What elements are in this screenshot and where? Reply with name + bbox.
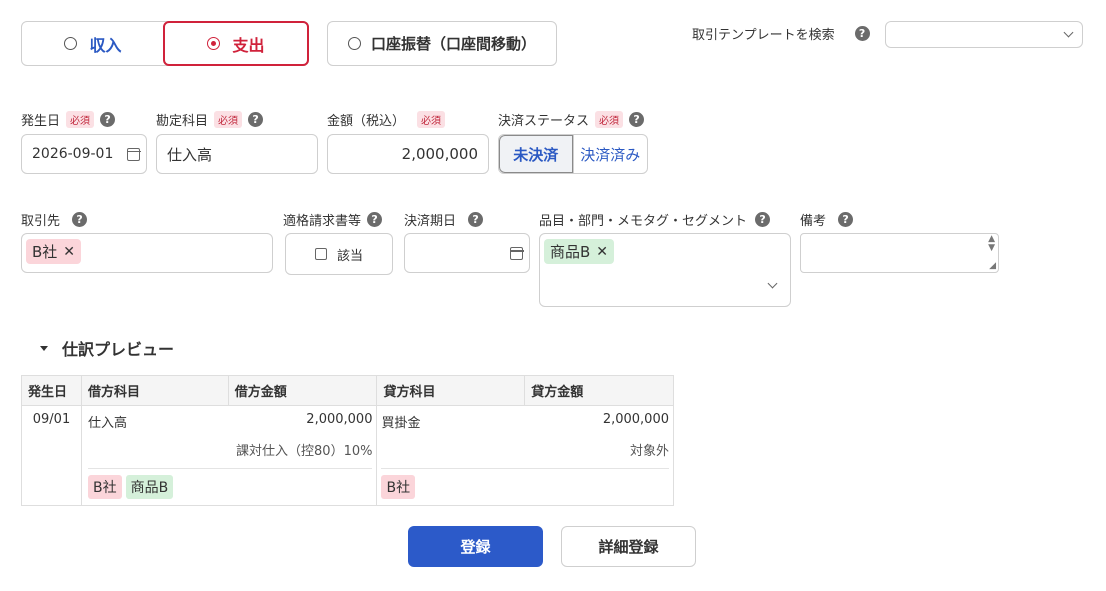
account-label: 勘定科目 必須 ? <box>156 110 264 129</box>
status-unpaid-button[interactable]: 未決済 <box>499 135 574 173</box>
remove-icon[interactable]: ✕ <box>63 244 75 260</box>
credit-account: 買掛金 <box>381 416 421 431</box>
help-icon[interactable]: ? <box>755 212 771 227</box>
income-label: 収入 <box>89 35 122 55</box>
partner-input[interactable]: B社 ✕ <box>21 233 273 273</box>
required-badge: 必須 <box>214 111 243 128</box>
required-badge: 必須 <box>417 111 446 128</box>
amount-input[interactable]: 2,000,000 <box>327 134 489 174</box>
transfer-radio[interactable]: 口座振替（口座間移動） <box>327 21 557 66</box>
caret-down-icon <box>40 345 48 351</box>
required-badge: 必須 <box>595 111 624 128</box>
remove-icon[interactable]: ✕ <box>596 244 608 260</box>
due-date-input[interactable] <box>404 233 530 273</box>
chevron-down-icon[interactable] <box>767 278 778 289</box>
radio-icon <box>347 37 361 50</box>
register-button[interactable]: 登録 <box>408 526 543 567</box>
help-icon[interactable]: ? <box>854 26 870 41</box>
header-credit-account: 貸方科目 <box>376 375 526 406</box>
debit-tags: B社 商品B <box>87 468 373 499</box>
chevron-down-icon <box>1063 27 1074 38</box>
radio-icon <box>64 37 78 50</box>
table-header-row: 発生日 借方科目 借方金額 貸方科目 貸方金額 <box>21 375 674 406</box>
template-search-select[interactable] <box>885 21 1083 48</box>
header-debit-account: 借方科目 <box>80 375 229 406</box>
detail-register-button[interactable]: 詳細登録 <box>561 526 696 567</box>
item-tag: 商品B <box>125 475 174 499</box>
spinner-arrows-icon[interactable]: ▲ ▼ <box>988 235 995 253</box>
journal-preview-toggle[interactable]: 仕訳プレビュー <box>40 336 174 360</box>
header-debit-amount: 借方金額 <box>227 375 378 406</box>
required-badge: 必須 <box>66 111 95 128</box>
amount-label: 金額（税込） 必須 <box>327 110 446 129</box>
debit-account: 仕入高 <box>87 416 127 431</box>
credit-amount: 2,000,000 <box>602 412 669 427</box>
transaction-type-toggle: 収入 支出 <box>21 21 309 66</box>
help-icon[interactable]: ? <box>248 112 264 127</box>
status-toggle: 未決済 決済済み <box>498 134 648 174</box>
status-paid-button[interactable]: 決済済み <box>574 135 648 173</box>
debit-tax: 課対仕入（控80）10% <box>236 444 373 459</box>
account-input[interactable]: 仕入高 <box>156 134 318 174</box>
income-radio[interactable]: 収入 <box>22 22 164 65</box>
partner-tag: B社 <box>87 475 122 499</box>
calendar-icon[interactable] <box>126 147 141 161</box>
invoice-checkbox-box[interactable]: 該当 <box>285 233 393 275</box>
table-row: 09/01 仕入高 2,000,000 課対仕入（控80）10% B社 商品B … <box>21 405 674 506</box>
due-date-label: 決済期日 ? <box>404 210 484 229</box>
partner-label: 取引先 ? <box>21 210 88 229</box>
help-icon[interactable]: ? <box>838 212 854 227</box>
invoice-checkbox[interactable] <box>314 248 327 260</box>
help-icon[interactable]: ? <box>468 212 484 227</box>
transfer-label: 口座振替（口座間移動） <box>370 35 536 53</box>
debit-cell: 仕入高 2,000,000 課対仕入（控80）10% B社 商品B <box>80 405 378 506</box>
help-icon[interactable]: ? <box>367 212 383 227</box>
journal-preview-table: 発生日 借方科目 借方金額 貸方科目 貸方金額 09/01 仕入高 2,000,… <box>21 375 674 506</box>
calendar-icon[interactable] <box>509 247 524 260</box>
debit-amount: 2,000,000 <box>306 412 373 427</box>
row-date: 09/01 <box>21 405 82 506</box>
help-icon[interactable]: ? <box>72 212 88 227</box>
date-label: 発生日 必須 ? <box>21 110 116 129</box>
radio-selected-icon <box>207 37 221 50</box>
header-date: 発生日 <box>21 375 82 406</box>
help-icon[interactable]: ? <box>100 112 116 127</box>
expense-radio[interactable]: 支出 <box>163 21 309 66</box>
header-credit-amount: 貸方金額 <box>524 375 674 406</box>
item-label: 品目・部門・メモタグ・セグメント ? <box>539 210 771 229</box>
partner-chip: B社 ✕ <box>26 239 82 264</box>
expense-label: 支出 <box>232 35 265 55</box>
note-label: 備考 ? <box>800 210 854 229</box>
note-textarea[interactable]: ▲ ▼ ◢ <box>800 233 999 273</box>
template-search-label: 取引テンプレートを検索 ? <box>692 24 870 43</box>
help-icon[interactable]: ? <box>629 112 645 127</box>
credit-tags: B社 <box>381 468 669 499</box>
date-input[interactable]: 2026-09-01 <box>21 134 147 174</box>
item-input[interactable]: 商品B ✕ <box>539 233 791 307</box>
partner-tag: B社 <box>381 475 416 499</box>
invoice-label: 適格請求書等 ? <box>283 210 383 229</box>
credit-tax: 対象外 <box>629 444 669 459</box>
resize-handle-icon[interactable]: ◢ <box>989 261 996 271</box>
item-chip: 商品B ✕ <box>544 239 615 264</box>
credit-cell: 買掛金 2,000,000 対象外 B社 <box>376 405 674 506</box>
status-label: 決済ステータス 必須 ? <box>498 110 645 129</box>
